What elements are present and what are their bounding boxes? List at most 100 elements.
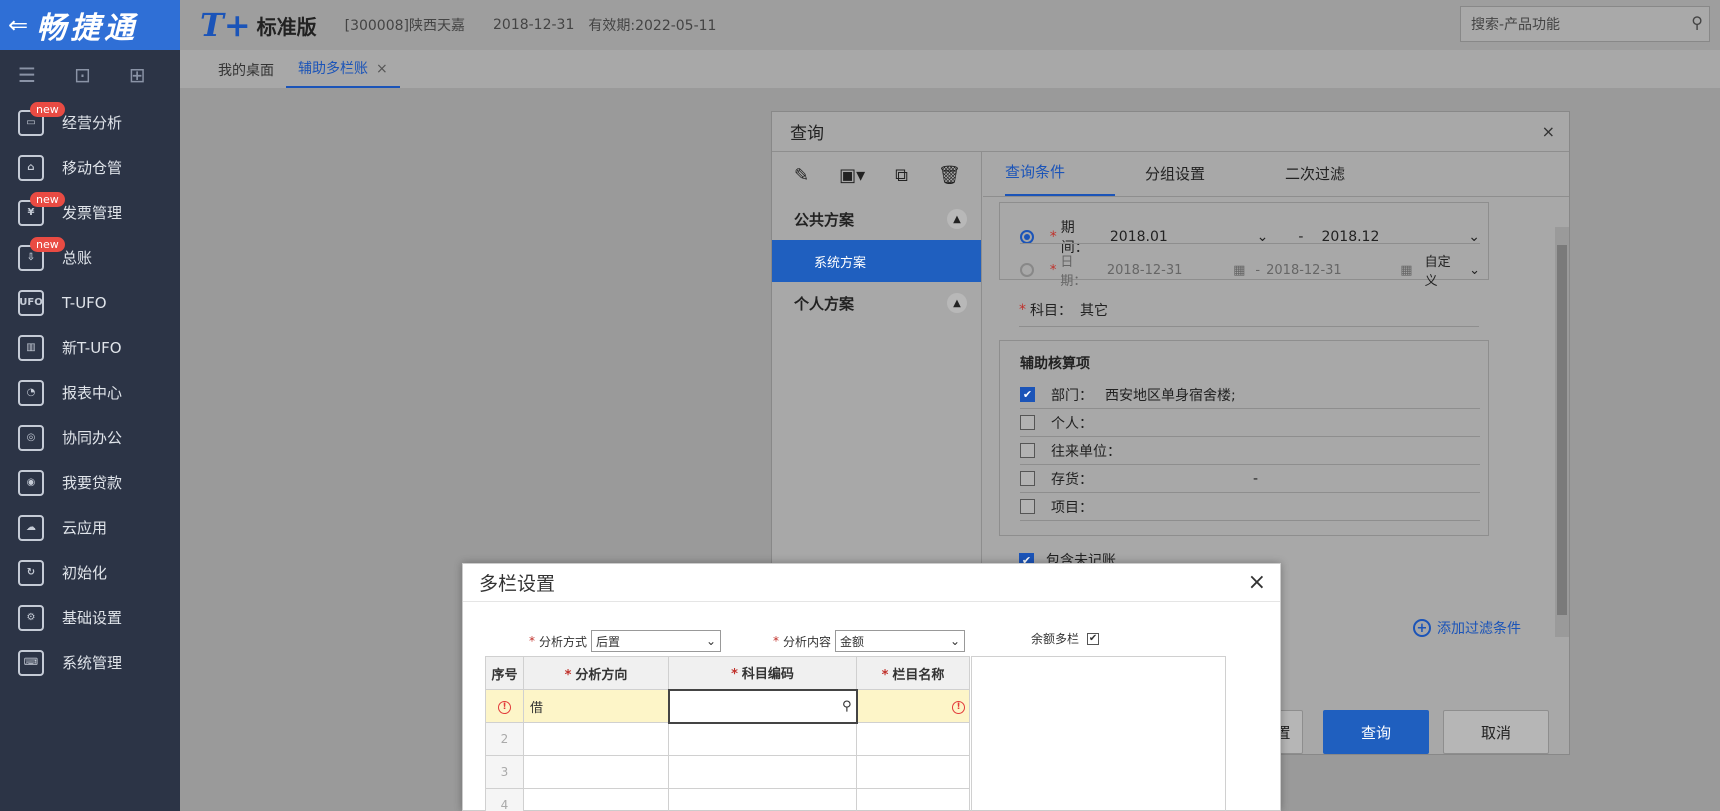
save-icon[interactable]: ▣▾ [839,165,865,186]
direction-cell[interactable] [523,755,669,789]
date-to-input[interactable]: 2018-12-31 [1266,263,1400,278]
code-cell[interactable] [668,755,857,789]
aux-item-value[interactable]: - [1253,471,1258,487]
tab-query-conditions[interactable]: 查询条件 [1005,161,1115,196]
sidebar-item[interactable]: ◔ 报表中心 [0,370,180,415]
direction-cell[interactable] [523,722,669,756]
sidebar-item[interactable]: ¥ 发票管理 new [0,190,180,235]
sidebar-item[interactable]: ↻ 初始化 [0,550,180,595]
conditions-scrollbar[interactable] [1555,227,1569,637]
new-badge: new [30,192,65,207]
aux-item-checkbox[interactable] [1020,499,1035,514]
calendar-icon[interactable]: ▦ [1400,263,1412,278]
system-icon: ⌨ [18,649,44,676]
sidebar-item[interactable]: UFO T-UFO [0,280,180,325]
aux-item-label: 存货： [1051,471,1093,488]
subject-row: * 科目： 其它 [1019,300,1108,320]
direction-cell[interactable]: 借 [523,689,669,723]
direction-cell[interactable] [523,788,669,811]
cancel-button[interactable]: 取消 [1443,710,1549,754]
delete-icon[interactable]: 🗑 [938,165,961,186]
custom-select[interactable]: 自定义 [1425,251,1463,289]
aux-item-value[interactable]: 西安地区单身宿舍楼; [1105,385,1236,405]
scroll-thumb[interactable] [1557,245,1567,615]
subject-value[interactable]: 其它 [1080,300,1108,320]
chevron-up-icon[interactable]: ▲ [947,293,967,313]
column-name-cell[interactable]: ! [856,689,970,723]
search-placeholder: 搜索-产品功能 [1471,17,1561,33]
date-from-input[interactable]: 2018-12-31 [1107,263,1233,278]
range-separator: - [1255,262,1261,278]
query-close-icon[interactable]: × [1542,122,1555,141]
column-name-cell[interactable] [856,755,970,789]
sidebar-item[interactable]: ⚙ 基础设置 [0,595,180,640]
multi-column-dialog: 多栏设置 × * 分析方式 后置 ⌄ * 分析内容 金额 ⌄ 余额多栏 ✔ 序号 * 分析… [462,563,1281,811]
chevron-up-icon[interactable]: ▲ [947,209,967,229]
search-doc-icon[interactable]: ⊡ [74,63,91,87]
warning-icon: ! [952,701,965,714]
aux-item-checkbox[interactable] [1020,415,1035,430]
code-cell[interactable] [668,722,857,756]
tab-group-settings[interactable]: 分组设置 [1145,163,1285,196]
menu-icon[interactable]: ☰ [18,63,36,87]
period-radio[interactable] [1020,230,1034,244]
date-label: 日期： [1060,255,1087,289]
tab-desktop[interactable]: 我的桌面 [206,60,286,88]
search-icon[interactable]: ⚲ [1691,13,1703,32]
table-row: 3 [485,755,970,789]
row-number: 2 [485,722,524,756]
aux-item-checkbox[interactable]: ✔ [1020,387,1035,402]
system-scheme-item[interactable]: 系统方案 [772,240,981,282]
column-name-cell[interactable] [856,722,970,756]
personal-scheme-label: 个人方案 [794,294,855,313]
search-icon[interactable]: ⚲ [842,699,852,714]
back-arrow-icon[interactable]: ⇐ [8,11,28,39]
col-direction-label: 分析方向 [575,667,628,683]
sidebar-item[interactable]: ⇩ 总账 new [0,235,180,280]
column-name-cell[interactable] [856,788,970,811]
aux-item-row: 往来单位： [1020,437,1480,465]
sidebar-item[interactable]: ⌂ 移动仓管 [0,145,180,190]
edit-icon[interactable]: ✎ [794,165,809,186]
sidebar-tools: ☰ ⊡ ⊞ [0,50,180,100]
table-row: ! 借 ⚲! [485,688,970,724]
money-icon: ◉ [18,469,44,496]
chevron-down-icon[interactable]: ⌄ [1469,263,1480,278]
date-radio[interactable] [1020,263,1034,277]
sidebar-item-label: 云应用 [62,519,108,537]
add-window-icon[interactable]: ⊞ [129,63,146,87]
tab-secondary-filter[interactable]: 二次过滤 [1285,163,1425,196]
sidebar-item[interactable]: ▭ 经营分析 new [0,100,180,145]
analysis-content-select[interactable]: 金额 ⌄ [835,630,966,652]
ufo-icon: UFO [18,289,44,316]
col-name-label: 栏目名称 [892,667,945,683]
chevron-down-icon: ⌄ [949,634,961,648]
refresh-icon: ↻ [18,559,44,586]
sidebar-item[interactable]: ▥ 新T-UFO [0,325,180,370]
export-icon[interactable]: ⧉ [895,165,908,186]
sidebar-item-label: 系统管理 [62,654,123,672]
aux-item-checkbox[interactable] [1020,443,1035,458]
code-cell[interactable]: ⚲ [667,688,858,724]
tab-aux-multicolumn[interactable]: 辅助多栏账 × [286,58,400,88]
search-input[interactable]: 搜索-产品功能 ⚲ [1460,6,1710,42]
aux-item-checkbox[interactable] [1020,471,1035,486]
sidebar-item[interactable]: ☁ 云应用 [0,505,180,550]
add-filter-link[interactable]: + 添加过滤条件 [1413,618,1521,638]
code-cell[interactable] [668,788,857,811]
public-scheme-header[interactable]: 公共方案 ▲ [772,198,981,240]
sidebar-item[interactable]: ◉ 我要贷款 [0,460,180,505]
brand-name: 畅捷通 [36,11,139,46]
tab-close-icon[interactable]: × [376,61,388,77]
calendar-icon[interactable]: ▦ [1233,263,1245,278]
multi-close-icon[interactable]: × [1248,570,1266,595]
sidebar-item-label: 我要贷款 [62,474,123,492]
sidebar-item[interactable]: ◎ 协同办公 [0,415,180,460]
personal-scheme-header[interactable]: 个人方案 ▲ [772,282,981,324]
sidebar-item[interactable]: ⌨ 系统管理 [0,640,180,685]
query-button[interactable]: 查询 [1323,710,1429,754]
aux-item-label: 往来单位： [1051,443,1121,460]
balance-multi-checkbox[interactable]: ✔ [1087,632,1100,645]
analysis-method-select[interactable]: 后置 ⌄ [591,630,722,652]
analysis-method-value: 后置 [596,634,621,649]
